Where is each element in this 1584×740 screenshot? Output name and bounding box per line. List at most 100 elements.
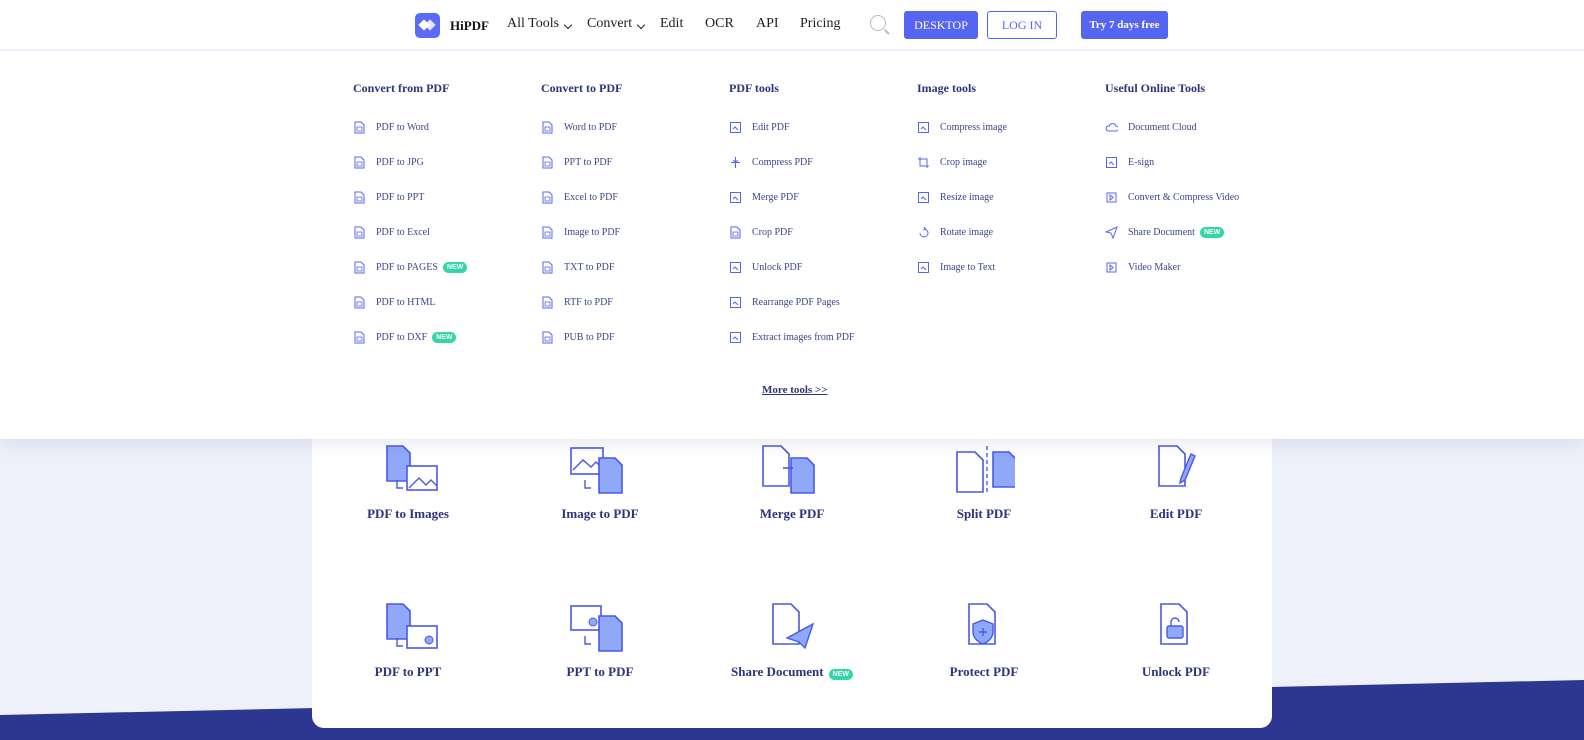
tool-tile[interactable]: PDF to Images	[313, 444, 503, 522]
menu-item[interactable]: Crop PDF	[729, 215, 854, 250]
nav-edit[interactable]: Edit	[660, 16, 683, 32]
menu-item[interactable]: RTF to PDF	[541, 285, 622, 320]
video-maker-icon	[1106, 262, 1117, 273]
search-icon[interactable]	[870, 15, 886, 31]
compress-icon	[731, 157, 740, 168]
tool-tile[interactable]: Protect PDF	[889, 602, 1079, 680]
menu-item[interactable]: PDF to PAGES NEW	[353, 250, 468, 285]
menu-item[interactable]: PPT to PDF	[541, 145, 622, 180]
rtf-doc-icon	[542, 296, 553, 309]
menu-item[interactable]: Video Maker	[1105, 250, 1239, 285]
tool-label-text: Unlock PDF	[1141, 664, 1211, 679]
menu-item[interactable]: PDF to JPG	[353, 145, 467, 180]
all-tools-dropdown: Convert from PDF PDF to Word PDF to JPG PDF…	[0, 51, 1584, 439]
login-button[interactable]: LOG IN	[987, 11, 1057, 39]
tool-label: Share Document NEW	[697, 664, 887, 680]
tool-tile[interactable]: Unlock PDF	[1081, 602, 1271, 680]
menu-column: Useful Online Tools Document Cloud E-sign C…	[1105, 81, 1239, 285]
new-badge: NEW	[828, 669, 853, 680]
txt-doc-icon	[542, 261, 553, 274]
menu-item[interactable]: Word to PDF	[541, 110, 622, 145]
nav-api[interactable]: API	[756, 16, 779, 32]
tool-tile[interactable]: Merge PDF	[697, 444, 887, 522]
menu-column-title: Useful Online Tools	[1105, 81, 1206, 95]
tool-label-text: Edit PDF	[1149, 506, 1203, 521]
menu-item[interactable]: PDF to HTML	[353, 285, 467, 320]
send-icon	[1105, 226, 1118, 239]
menu-item[interactable]: Merge PDF	[729, 180, 854, 215]
menu-item[interactable]: Image to Text	[917, 250, 1007, 285]
resize-icon	[918, 192, 929, 203]
menu-item-label: Video Maker	[1128, 262, 1181, 273]
video-icon	[1106, 192, 1117, 203]
extract-image-icon	[730, 332, 741, 343]
new-badge: NEW	[432, 332, 457, 343]
menu-item-label: Merge PDF	[752, 192, 799, 203]
menu-item-label: PDF to Excel	[376, 227, 430, 238]
tool-tile[interactable]: PDF to PPT	[313, 602, 503, 680]
menu-item[interactable]: PDF to DXF NEW	[353, 320, 467, 355]
menu-item[interactable]: Compress image	[917, 110, 1007, 145]
tool-tile[interactable]: PPT to PDF	[505, 602, 695, 680]
menu-item[interactable]: PUB to PDF	[541, 320, 622, 355]
pub-doc-icon	[542, 331, 553, 344]
menu-item[interactable]: PDF to Excel	[353, 215, 467, 250]
menu-item-label: Word to PDF	[564, 122, 618, 133]
menu-item[interactable]: Resize image	[917, 180, 1007, 215]
menu-item-label: RTF to PDF	[564, 297, 613, 308]
menu-item-label: Image to PDF	[564, 227, 621, 238]
menu-column: Convert from PDF PDF to Word PDF to JPG PDF…	[353, 81, 468, 355]
menu-item-label: Excel to PDF	[564, 192, 618, 203]
menu-item[interactable]: Edit PDF	[729, 110, 854, 145]
menu-item-label: Compress PDF	[752, 157, 813, 168]
menu-item-label: PDF to HTML	[376, 297, 436, 308]
edit-pdf-icon	[1158, 445, 1196, 487]
tool-label-text: Image to PDF	[561, 506, 639, 521]
menu-item[interactable]: Rearrange PDF Pages	[729, 285, 854, 320]
tool-label: Split PDF	[889, 506, 1079, 522]
menu-item[interactable]: Convert & Compress Video	[1105, 180, 1239, 215]
dxf-doc-icon	[354, 331, 365, 344]
popular-tools-card: PDF to Images Image to PDF Merge PDF Split …	[312, 420, 1272, 728]
rotate-icon	[919, 226, 929, 238]
menu-item[interactable]: TXT to PDF	[541, 250, 622, 285]
menu-item[interactable]: Share Document NEW	[1105, 215, 1239, 250]
menu-item[interactable]: Document Cloud	[1105, 110, 1239, 145]
tool-tile[interactable]: Image to PDF	[505, 444, 695, 522]
tool-tile[interactable]: Share Document NEW	[697, 602, 887, 680]
menu-item-label: TXT to PDF	[564, 262, 615, 273]
nav-convert[interactable]: Convert	[587, 16, 646, 32]
compress-image-icon	[918, 122, 929, 133]
menu-item-label: Crop PDF	[752, 227, 793, 238]
tool-tile[interactable]: Split PDF	[889, 444, 1079, 522]
menu-item[interactable]: Unlock PDF	[729, 250, 854, 285]
word-doc-icon	[542, 121, 553, 134]
text-cursor-icon	[730, 122, 741, 133]
nav-all-tools[interactable]: All Tools	[507, 16, 573, 32]
excel-doc-icon	[354, 226, 365, 239]
nav-pricing[interactable]: Pricing	[800, 16, 840, 32]
menu-item[interactable]: PDF to Word	[353, 110, 467, 145]
more-tools-link[interactable]: More tools >>	[762, 384, 827, 396]
nav-ocr[interactable]: OCR	[705, 16, 734, 32]
unlock-icon	[730, 262, 741, 273]
menu-item[interactable]: Excel to PDF	[541, 180, 622, 215]
new-badge: NEW	[1199, 227, 1225, 238]
menu-item[interactable]: E-sign	[1105, 145, 1239, 180]
menu-item[interactable]: Rotate image	[917, 215, 1007, 250]
menu-item[interactable]: PDF to PPT	[353, 180, 467, 215]
ppt-to-pdf-icon	[570, 605, 623, 652]
hipdf-logo[interactable]: HiPDF	[415, 13, 489, 38]
try-free-button[interactable]: Try 7 days free	[1081, 11, 1168, 39]
tool-label-text: Share Document	[731, 664, 824, 679]
menu-item[interactable]: Extract images from PDF	[729, 320, 854, 355]
menu-column-title: PDF tools	[729, 81, 779, 95]
cloud-icon	[1105, 123, 1118, 132]
menu-item[interactable]: Image to PDF	[541, 215, 622, 250]
menu-item-label: Document Cloud	[1128, 122, 1197, 133]
tool-tile[interactable]: Edit PDF	[1081, 444, 1271, 522]
menu-item[interactable]: Crop image	[917, 145, 1007, 180]
desktop-button[interactable]: DESKTOP	[904, 11, 978, 39]
hipdf-logo-icon	[415, 13, 440, 38]
menu-item[interactable]: Compress PDF	[729, 145, 854, 180]
